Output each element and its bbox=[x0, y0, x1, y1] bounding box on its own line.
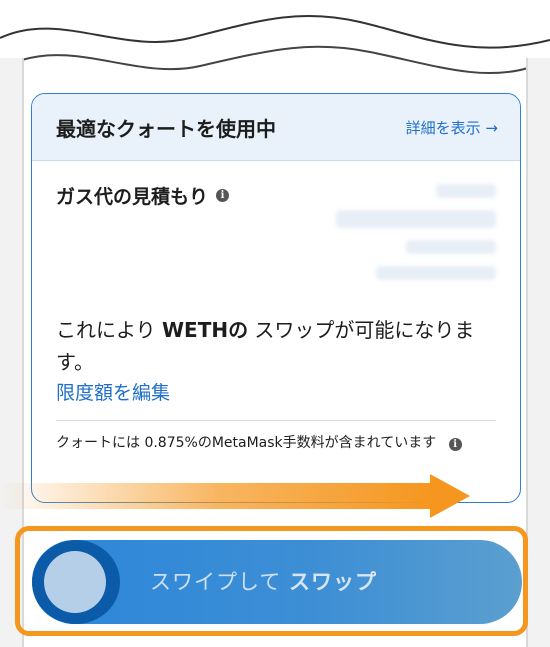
approval-message: これにより WETHの スワップが可能になります。 bbox=[56, 314, 496, 378]
gas-estimate-label: ガス代の見積もり bbox=[56, 186, 209, 208]
card-title: 最適なクォートを使用中 bbox=[56, 116, 276, 141]
blurred-gas-values bbox=[326, 184, 496, 304]
metamask-fee-note: クォートには 0.875%のMetaMask手数料が含まれています i bbox=[56, 432, 502, 454]
divider bbox=[56, 420, 496, 421]
gas-estimate-row: ガス代の見積もり i bbox=[56, 182, 230, 209]
torn-edge-decoration bbox=[0, 0, 550, 75]
fee-note-text: クォートには 0.875%のMetaMask手数料が含まれています bbox=[56, 435, 437, 451]
highlight-annotation-box bbox=[15, 526, 528, 636]
info-icon[interactable]: i bbox=[216, 189, 230, 202]
quote-card: 最適なクォートを使用中 詳細を表示 → ガス代の見積もり i これにより WET… bbox=[31, 93, 521, 503]
fee-info-icon[interactable]: i bbox=[448, 438, 462, 451]
orange-arrow-annotation bbox=[0, 474, 470, 518]
phone-screen: 最適なクォートを使用中 詳細を表示 → ガス代の見積もり i これにより WET… bbox=[0, 0, 550, 647]
approval-prefix: これにより bbox=[56, 318, 162, 342]
edit-limit-link[interactable]: 限度額を編集 bbox=[56, 378, 170, 405]
phone-frame-right bbox=[526, 58, 550, 647]
approval-token: WETHの bbox=[161, 318, 249, 342]
show-details-link[interactable]: 詳細を表示 → bbox=[406, 117, 498, 138]
card-header: 最適なクォートを使用中 詳細を表示 → bbox=[32, 94, 520, 161]
